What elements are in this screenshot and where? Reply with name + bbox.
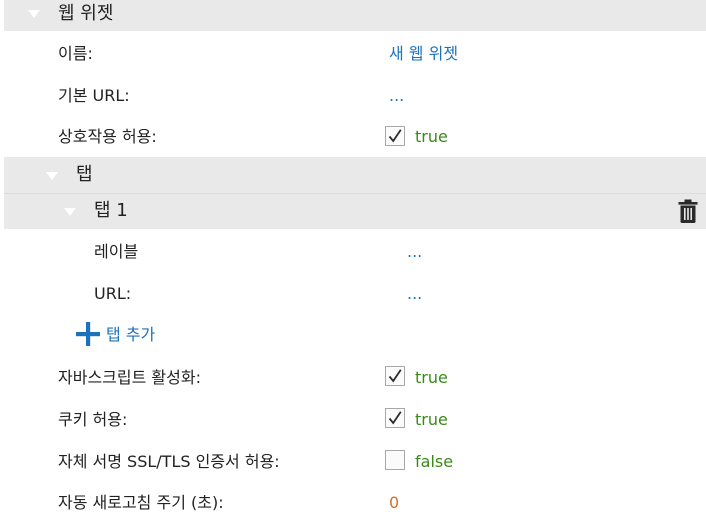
allow-interaction-value: true [415,127,448,146]
tab-url-label: URL: [94,284,132,303]
web-widget-title: 웹 위젯 [58,3,114,24]
name-label: 이름: [58,44,93,63]
name-value[interactable]: 새 웹 위젯 [389,44,458,64]
checkmark-icon [388,129,402,143]
allow-self-signed-label: 자체 서명 SSL/TLS 인증서 허용: [58,452,280,471]
tab1-title: 탭 1 [94,200,128,221]
add-tab-button[interactable]: 탭 추가 [76,322,176,348]
tab-url-value[interactable]: ... [407,284,422,304]
checkmark-icon [388,411,402,425]
enable-javascript-label: 자바스크립트 활성화: [58,368,201,387]
allow-cookies-value: true [415,410,448,429]
expand-triangle-icon[interactable] [64,208,76,217]
allow-self-signed-value: false [415,452,454,471]
allow-cookies-label: 쿠키 허용: [58,410,128,429]
auto-refresh-value[interactable]: 0 [389,493,399,513]
expand-triangle-icon[interactable] [46,172,58,181]
checkmark-icon [388,369,402,383]
add-tab-label: 탭 추가 [106,325,156,344]
allow-self-signed-checkbox[interactable] [385,450,405,470]
tab-label-value[interactable]: ... [407,242,422,262]
expand-triangle-icon[interactable] [28,10,40,19]
enable-javascript-value: true [415,368,448,387]
tabs-title: 탭 [76,164,93,185]
tab-label-label: 레이블 [94,242,139,261]
allow-interaction-label: 상호작용 허용: [58,127,157,146]
plus-icon [76,322,100,346]
base-url-value[interactable]: ... [389,86,404,106]
allow-cookies-checkbox[interactable] [385,408,405,428]
allow-interaction-checkbox[interactable] [385,126,405,146]
tabs-divider [4,193,706,194]
enable-javascript-checkbox[interactable] [385,366,405,386]
trash-icon[interactable] [678,199,698,223]
auto-refresh-label: 자동 새로고침 주기 (초): [58,493,224,512]
base-url-label: 기본 URL: [58,86,130,105]
